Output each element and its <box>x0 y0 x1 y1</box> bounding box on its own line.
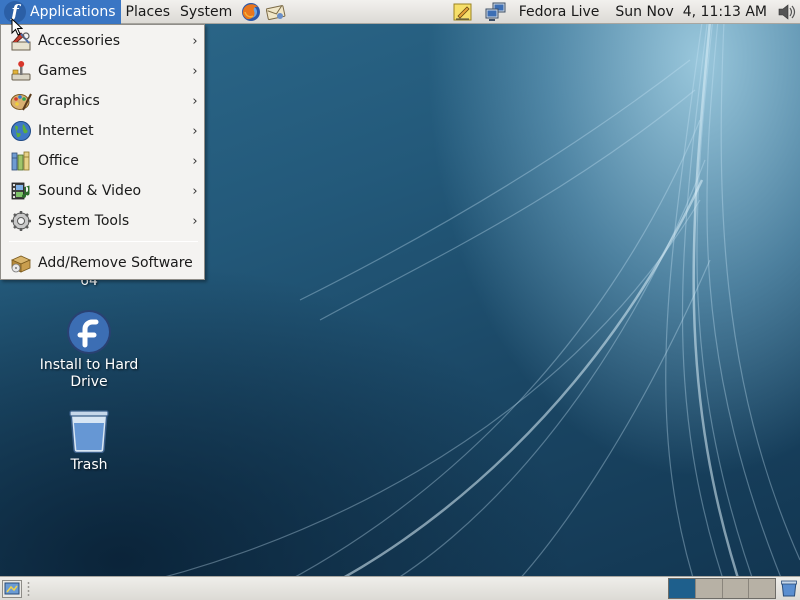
submenu-arrow-icon: › <box>192 93 198 109</box>
trash-icon <box>69 410 109 453</box>
games-icon <box>10 60 32 82</box>
menu-item-system-tools[interactable]: System Tools › <box>2 206 203 236</box>
office-icon <box>10 150 32 172</box>
menu-item-sound-video[interactable]: Sound & Video › <box>2 176 203 206</box>
network-icon[interactable] <box>485 1 507 23</box>
graphics-icon <box>10 90 32 112</box>
mouse-cursor-icon <box>11 18 23 36</box>
menu-item-internet[interactable]: Internet › <box>2 116 203 146</box>
submenu-arrow-icon: › <box>192 183 198 199</box>
system-tools-icon <box>10 210 32 232</box>
workspace-1[interactable] <box>669 579 696 598</box>
workspace-2[interactable] <box>695 579 723 598</box>
applications-menu-label: Applications <box>30 3 116 20</box>
menu-item-label: Internet <box>38 123 94 139</box>
show-desktop-icon <box>4 582 20 595</box>
system-menu[interactable]: System <box>175 0 237 24</box>
menu-item-office[interactable]: Office › <box>2 146 203 176</box>
menu-item-label: Graphics <box>38 93 100 109</box>
menu-item-label: Add/Remove Software <box>38 255 193 271</box>
package-icon <box>10 252 32 274</box>
workspace-3[interactable] <box>722 579 750 598</box>
panel-drag-handle[interactable] <box>27 581 30 596</box>
clock[interactable]: Sun Nov 4, 11:13 AM <box>605 4 773 20</box>
menu-item-label: Office <box>38 153 79 169</box>
menu-item-label: Sound & Video <box>38 183 142 199</box>
workspace-4[interactable] <box>749 579 775 598</box>
top-panel: f Applications Places System Fedora Live… <box>0 0 800 24</box>
sound-video-icon <box>10 180 32 202</box>
workspace-switcher <box>668 578 776 599</box>
menu-item-add-remove-software[interactable]: Add/Remove Software <box>2 248 203 278</box>
bottom-panel <box>0 576 800 600</box>
mail-icon[interactable] <box>265 1 287 23</box>
fedora-install-icon <box>67 310 111 354</box>
applications-dropdown: Accessories › Games › Graphics › Interne… <box>0 24 205 280</box>
submenu-arrow-icon: › <box>192 213 198 229</box>
menu-item-label: Accessories <box>38 33 121 49</box>
show-desktop-button[interactable] <box>2 580 22 598</box>
internet-icon <box>10 120 32 142</box>
trash-applet-icon[interactable] <box>779 579 799 599</box>
volume-icon[interactable] <box>776 1 798 23</box>
menu-item-label: Games <box>38 63 87 79</box>
menu-item-games[interactable]: Games › <box>2 56 203 86</box>
menu-separator <box>9 241 198 242</box>
desktop-icon-install[interactable]: Install to Hard Drive <box>24 309 154 391</box>
submenu-arrow-icon: › <box>192 63 198 79</box>
menu-item-graphics[interactable]: Graphics › <box>2 86 203 116</box>
user-name[interactable]: Fedora Live <box>513 4 606 20</box>
notes-icon[interactable] <box>452 1 474 23</box>
menu-item-accessories[interactable]: Accessories › <box>2 26 203 56</box>
desktop-icon-trash[interactable]: Trash <box>24 409 154 474</box>
menu-item-label: System Tools <box>38 213 130 229</box>
submenu-arrow-icon: › <box>192 33 198 49</box>
desktop-icon-label: Trash <box>70 457 108 473</box>
submenu-arrow-icon: › <box>192 123 198 139</box>
firefox-icon[interactable] <box>240 1 262 23</box>
submenu-arrow-icon: › <box>192 153 198 169</box>
places-menu[interactable]: Places <box>121 0 176 24</box>
desktop-icon-label: Install to Hard Drive <box>39 357 139 390</box>
